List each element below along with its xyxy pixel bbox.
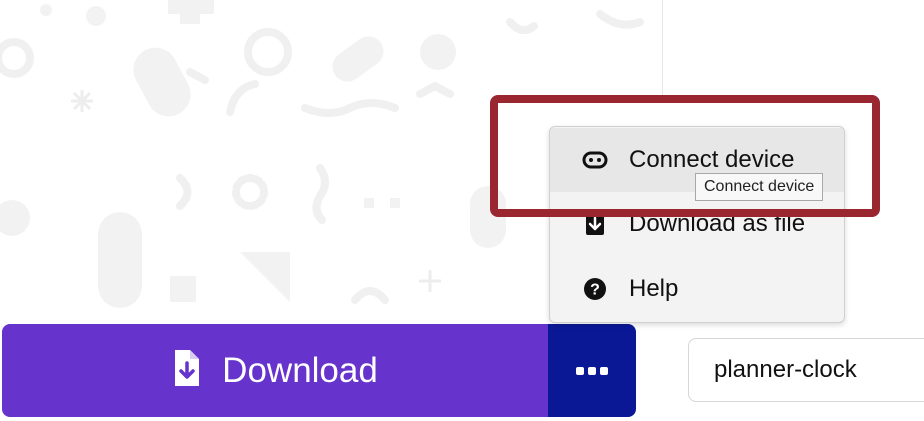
menu-item-download-as-file[interactable]: Download as file xyxy=(550,192,844,256)
download-button-label: Download xyxy=(222,350,378,390)
more-options-button[interactable] xyxy=(548,324,636,417)
help-icon: ? xyxy=(582,276,608,302)
tooltip: Connect device xyxy=(695,173,824,201)
microbit-device-icon xyxy=(582,147,608,173)
more-dots-icon xyxy=(576,366,608,375)
menu-item-label: Connect device xyxy=(629,146,795,173)
menu-item-help[interactable]: ? Help xyxy=(550,257,844,321)
editor-bottom-bar: Download Connect device xyxy=(0,0,924,421)
menu-item-label: Help xyxy=(629,275,679,302)
svg-text:?: ? xyxy=(590,282,600,299)
file-download-icon xyxy=(172,349,200,392)
panel-divider xyxy=(662,0,663,100)
download-button[interactable]: Download xyxy=(2,324,548,417)
download-file-icon xyxy=(582,211,608,237)
menu-item-label: Download as file xyxy=(629,210,806,237)
project-name-input[interactable] xyxy=(688,338,924,402)
download-options-menu: Connect device Download as file ? Help xyxy=(549,126,845,323)
